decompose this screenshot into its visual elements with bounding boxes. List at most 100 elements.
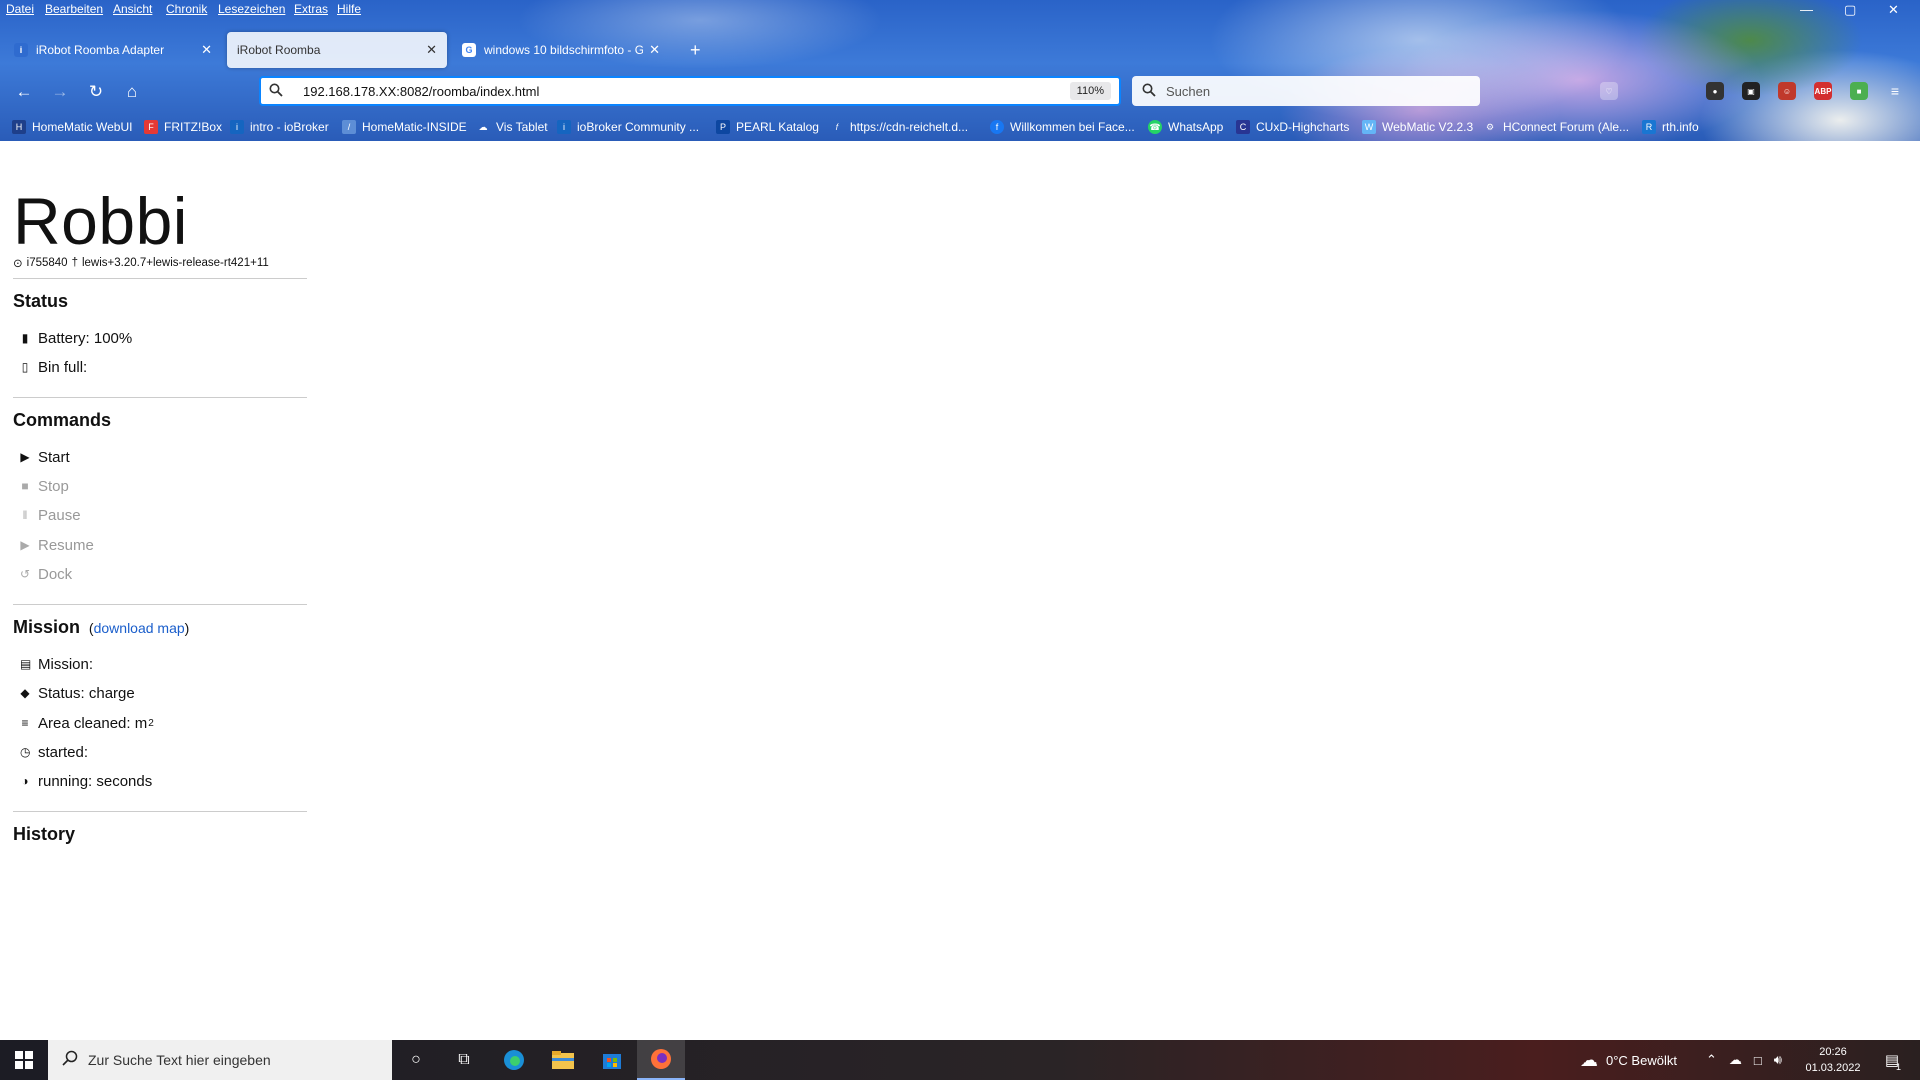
extension-icon[interactable]: ▣ [1742, 82, 1760, 100]
divider [13, 811, 307, 812]
tab-label: iRobot Roomba [237, 43, 321, 57]
close-tab-icon[interactable]: ✕ [649, 42, 660, 58]
network-icon[interactable]: □ [1754, 1053, 1762, 1068]
start-command[interactable]: ▶ Start [20, 447, 70, 467]
homematic-icon: H [12, 120, 26, 134]
bookmark[interactable]: F FRITZ!Box [144, 118, 222, 136]
forward-button[interactable]: → [48, 80, 72, 104]
menu-hilfe[interactable]: Hilfe [337, 2, 361, 16]
url-text[interactable]: 192.168.178.XX:8082/roomba/index.html [303, 84, 1070, 99]
menu-bearbeiten[interactable]: Bearbeiten [45, 2, 103, 16]
plus-icon: + [690, 39, 701, 60]
close-window-icon[interactable]: ✕ [1888, 2, 1899, 18]
chevron-up-icon[interactable]: ⌃ [1706, 1052, 1717, 1068]
tab-roomba[interactable]: iRobot Roomba ✕ [227, 32, 447, 68]
new-tab-button[interactable]: + [680, 32, 710, 68]
iobroker-icon: i [14, 43, 28, 57]
dock-command[interactable]: ↺ Dock [20, 564, 72, 584]
mission-text: Mission: [38, 655, 94, 673]
menu-chronik[interactable]: Chronik [166, 2, 207, 16]
resume-label[interactable]: Resume [38, 537, 94, 554]
menu-lesezeichen[interactable]: Lesezeichen [218, 2, 285, 16]
reload-button[interactable]: ↻ [84, 80, 108, 104]
resume-command[interactable]: ▶ Resume [20, 535, 94, 555]
clock[interactable]: 20:26 01.03.2022 [1800, 1044, 1866, 1076]
onedrive-icon[interactable]: ☁ [1729, 1052, 1742, 1068]
adblock-icon[interactable]: ABP [1814, 82, 1832, 100]
taskbar: Zur Suche Text hier eingeben ○ ⧉ ☁ 0°C B… [0, 1040, 1920, 1080]
bookmark-label: WhatsApp [1168, 120, 1224, 134]
bookmark[interactable]: P PEARL Katalog [716, 118, 819, 136]
bookmark[interactable]: f Willkommen bei Face... [990, 118, 1135, 136]
clock-date: 01.03.2022 [1805, 1062, 1861, 1074]
stop-icon: ■ [21, 479, 29, 493]
bookmark-label: ioBroker Community ... [577, 120, 700, 134]
pocket-icon[interactable]: ♡ [1600, 82, 1618, 100]
arrow-right-icon: → [51, 82, 69, 101]
stop-command[interactable]: ■ Stop [20, 476, 69, 496]
close-tab-icon[interactable]: ✕ [201, 42, 212, 58]
bookmark[interactable]: C CUxD-Highcharts [1236, 118, 1349, 136]
store-button[interactable] [588, 1040, 636, 1080]
pause-label[interactable]: Pause [38, 507, 81, 524]
volume-icon[interactable]: 🔊︎ [1774, 1052, 1782, 1068]
download-map-link[interactable]: download map [94, 620, 185, 636]
bookmark[interactable]: i intro - ioBroker [230, 118, 329, 136]
cortana-button[interactable]: ○ [392, 1040, 440, 1080]
bookmark[interactable]: Rrth.info [1642, 118, 1699, 136]
start-label[interactable]: Start [38, 449, 70, 466]
taskbar-search[interactable]: Zur Suche Text hier eingeben [48, 1040, 392, 1080]
menu-icon[interactable]: ≡ [1886, 82, 1904, 100]
extension-icon[interactable]: ☺ [1778, 82, 1796, 100]
timer-icon: ◑ [21, 774, 29, 788]
url-bar[interactable]: 192.168.178.XX:8082/roomba/index.html 11… [259, 76, 1121, 106]
bookmark[interactable]: / HomeMatic-INSIDE [342, 118, 467, 136]
bin-text: Bin full: [38, 358, 88, 376]
bookmark[interactable]: W WebMatic V2.2.3 [1362, 118, 1473, 136]
homematic-inside-icon: / [342, 120, 356, 134]
notification-button[interactable]: ▤ 1 [1870, 1040, 1914, 1080]
task-view-button[interactable]: ⧉ [440, 1040, 488, 1080]
battery-row: ▮ Battery: 100% [20, 328, 133, 348]
bookmark[interactable]: ☁ Vis Tablet [476, 118, 548, 136]
system-tray: ⌃ ☁ □ 🔊︎ [1706, 1040, 1782, 1080]
tab-label: iRobot Roomba Adapter [36, 43, 165, 57]
close-tab-icon[interactable]: ✕ [426, 42, 437, 58]
file-explorer-button[interactable] [539, 1040, 587, 1080]
menu-datei[interactable]: Datei [6, 2, 34, 16]
facebook-icon: f [990, 120, 1004, 134]
stop-label[interactable]: Stop [38, 478, 69, 495]
home-button[interactable]: ⌂ [120, 80, 144, 104]
dock-label[interactable]: Dock [38, 566, 72, 583]
maximize-icon[interactable]: ▢ [1844, 2, 1856, 18]
paren-open: ( [85, 620, 94, 636]
windows-icon [15, 1051, 33, 1069]
tab-roomba-adapter[interactable]: i iRobot Roomba Adapter ✕ [4, 32, 222, 68]
back-button[interactable]: ← [12, 80, 36, 104]
menu-extras[interactable]: Extras [294, 2, 328, 16]
bookmark[interactable]: ⚙ HConnect Forum (Ale... [1483, 118, 1629, 136]
edge-icon [504, 1050, 524, 1070]
tab-google-search[interactable]: G windows 10 bildschirmfoto - Go ✕ [452, 32, 670, 68]
bookmark[interactable]: i ioBroker Community ... [557, 118, 699, 136]
extension-icon[interactable]: ■ [1850, 82, 1868, 100]
bookmark[interactable]: 𝑓 https://cdn-reichelt.d... [830, 118, 968, 136]
minimize-icon[interactable]: — [1800, 2, 1813, 17]
taskbar-search-placeholder: Zur Suche Text hier eingeben [88, 1052, 271, 1068]
start-button[interactable] [0, 1040, 48, 1080]
extension-icon[interactable]: ● [1706, 82, 1724, 100]
search-field[interactable]: Suchen [1132, 76, 1480, 106]
nav-bar: ← → ↻ ⌂ 192.168.178.XX:8082/roomba/index… [0, 74, 1920, 110]
fritzbox-icon: F [144, 120, 158, 134]
firefox-button[interactable] [637, 1040, 685, 1080]
zoom-badge[interactable]: 110% [1069, 82, 1111, 100]
fingerprint-icon: ⊙ [13, 258, 23, 270]
robot-name: Robbi [13, 184, 188, 258]
bookmark[interactable]: ☎ WhatsApp [1148, 118, 1223, 136]
edge-button[interactable] [490, 1040, 538, 1080]
divider [13, 397, 307, 398]
pause-command[interactable]: ‖ Pause [20, 505, 81, 525]
menu-ansicht[interactable]: Ansicht [113, 2, 152, 16]
weather-widget[interactable]: ☁ 0°C Bewölkt [1580, 1040, 1677, 1080]
bookmark[interactable]: H HomeMatic WebUI [12, 118, 132, 136]
